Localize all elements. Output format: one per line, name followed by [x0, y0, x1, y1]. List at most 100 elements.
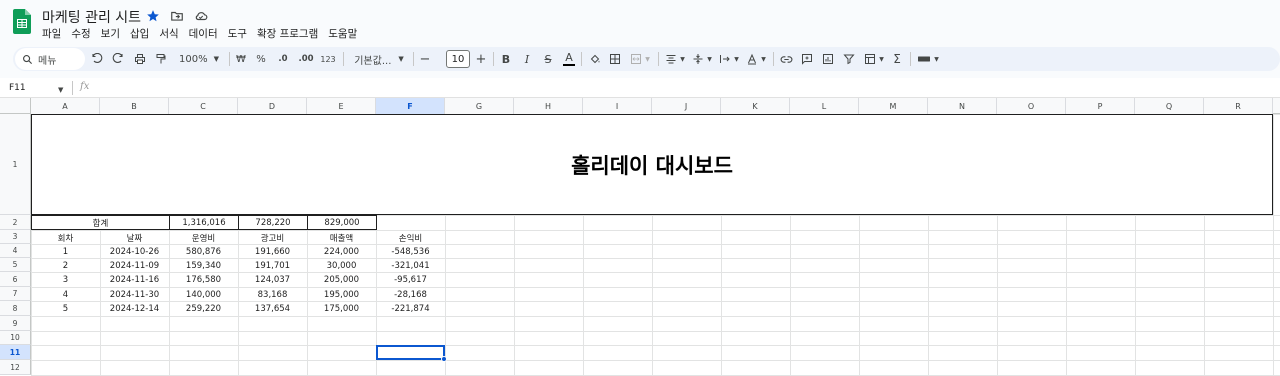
redo-button[interactable] [109, 47, 127, 71]
create-filter-button[interactable] [841, 47, 857, 71]
table-cell[interactable]: 1 [31, 244, 100, 259]
paint-format-button[interactable] [152, 47, 170, 71]
table-cell[interactable]: 140,000 [169, 287, 238, 302]
table-cell[interactable]: 2024-11-30 [100, 287, 169, 302]
strikethrough-button[interactable]: S [541, 47, 555, 71]
increase-decimal-button[interactable]: .00 [296, 47, 316, 71]
menu-file[interactable]: 파일 [42, 27, 66, 41]
column-header-f[interactable]: F [376, 98, 445, 114]
table-cell[interactable]: 159,340 [169, 258, 238, 273]
horizontal-align-button[interactable]: ▼ [663, 47, 687, 71]
text-wrap-button[interactable]: ▼ [717, 47, 741, 71]
filter-views-button[interactable]: ▼ [861, 47, 887, 71]
chevron-down-icon[interactable]: ▼ [58, 86, 63, 94]
insert-comment-button[interactable] [799, 47, 815, 71]
menu-format[interactable]: 서식 [154, 27, 183, 41]
active-cell-selection[interactable] [376, 345, 445, 360]
column-header-n[interactable]: N [928, 98, 997, 114]
table-header-cell[interactable]: 회차 [31, 230, 100, 245]
move-folder-icon[interactable] [169, 8, 185, 24]
row-header-5[interactable]: 5 [0, 258, 31, 272]
table-cell[interactable]: -548,536 [376, 244, 445, 259]
column-header-a[interactable]: A [31, 98, 100, 114]
fill-handle[interactable] [441, 356, 447, 362]
star-icon[interactable] [145, 8, 161, 24]
currency-format-button[interactable]: ₩ [234, 47, 248, 71]
row-header-1[interactable]: 1 [0, 114, 31, 215]
column-header-o[interactable]: O [997, 98, 1066, 114]
table-cell[interactable]: 124,037 [238, 272, 307, 287]
column-header-c[interactable]: C [169, 98, 238, 114]
insert-link-button[interactable] [778, 47, 794, 71]
column-header-m[interactable]: M [859, 98, 928, 114]
row-header-11[interactable]: 11 [0, 345, 31, 360]
table-cell[interactable]: 137,654 [238, 301, 307, 316]
totals-ad-cell[interactable]: 728,220 [238, 215, 308, 230]
select-all-corner[interactable] [0, 98, 31, 114]
menu-view[interactable]: 보기 [96, 27, 125, 41]
table-cell[interactable]: 83,168 [238, 287, 307, 302]
table-cell[interactable]: 30,000 [307, 258, 376, 273]
table-cell[interactable]: 205,000 [307, 272, 376, 287]
table-header-cell[interactable]: 운영비 [169, 230, 238, 245]
dashboard-title-cell[interactable]: 홀리데이 대시보드 [31, 114, 1273, 215]
bold-button[interactable]: B [499, 47, 513, 71]
column-header-l[interactable]: L [790, 98, 859, 114]
table-cell[interactable]: 191,701 [238, 258, 307, 273]
column-header-h[interactable]: H [514, 98, 583, 114]
row-header-8[interactable]: 8 [0, 301, 31, 316]
table-cell[interactable]: 2024-11-16 [100, 272, 169, 287]
menu-help[interactable]: 도움말 [323, 27, 362, 41]
borders-button[interactable] [607, 47, 623, 71]
functions-button[interactable]: Σ [890, 47, 904, 71]
table-cell[interactable]: 2024-11-09 [100, 258, 169, 273]
column-header-d[interactable]: D [238, 98, 307, 114]
table-cell[interactable]: -28,168 [376, 287, 445, 302]
table-header-cell[interactable]: 광고비 [238, 230, 307, 245]
table-cell[interactable]: 580,876 [169, 244, 238, 259]
table-cell[interactable]: 175,000 [307, 301, 376, 316]
table-cell[interactable]: 5 [31, 301, 100, 316]
table-header-cell[interactable]: 손익비 [376, 230, 445, 245]
table-cell[interactable]: -321,041 [376, 258, 445, 273]
column-header-q[interactable]: Q [1135, 98, 1204, 114]
table-cell[interactable]: 2024-10-26 [100, 244, 169, 259]
menu-search[interactable]: 메뉴 [15, 48, 85, 70]
print-button[interactable] [131, 47, 149, 71]
font-size-input[interactable]: 10 [446, 50, 470, 68]
input-tools-button[interactable]: ▼ [915, 47, 941, 71]
column-header-g[interactable]: G [445, 98, 514, 114]
row-header-7[interactable]: 7 [0, 287, 31, 301]
sheet-grid[interactable]: ABCDEFGHIJKLMNOPQR 1 2 3 4 5 6 7 8 9 10 11 12 홀리데이 … [0, 98, 1280, 376]
document-title[interactable]: 마케팅 관리 시트 [42, 7, 141, 27]
fill-color-button[interactable] [587, 47, 603, 71]
column-header-i[interactable]: I [583, 98, 652, 114]
number-format-button[interactable]: 123 [319, 47, 337, 71]
text-color-button[interactable]: A [562, 47, 576, 71]
column-header-b[interactable]: B [100, 98, 169, 114]
menu-tools[interactable]: 도구 [223, 27, 252, 41]
table-header-cell[interactable]: 매출액 [307, 230, 376, 245]
percent-format-button[interactable]: % [254, 47, 268, 71]
table-cell[interactable]: -221,874 [376, 301, 445, 316]
totals-label-cell[interactable]: 합계 [31, 215, 170, 230]
zoom-select[interactable]: 100% ▼ [175, 47, 223, 71]
menu-edit[interactable]: 수정 [66, 27, 95, 41]
table-cell[interactable]: 195,000 [307, 287, 376, 302]
undo-button[interactable] [88, 47, 106, 71]
row-header-4[interactable]: 4 [0, 244, 31, 258]
font-family-select[interactable]: 기본값... ▼ [349, 47, 409, 71]
table-cell[interactable]: 224,000 [307, 244, 376, 259]
menu-extensions[interactable]: 확장 프로그램 [252, 27, 323, 41]
table-cell[interactable]: 2024-12-14 [100, 301, 169, 316]
table-cell[interactable]: 259,220 [169, 301, 238, 316]
vertical-align-button[interactable]: ▼ [690, 47, 714, 71]
merge-cells-button[interactable]: ▼ [627, 47, 653, 71]
sheets-logo-icon[interactable] [13, 9, 31, 34]
column-header-j[interactable]: J [652, 98, 721, 114]
table-cell[interactable]: 2 [31, 258, 100, 273]
table-cell[interactable]: 3 [31, 272, 100, 287]
column-header-k[interactable]: K [721, 98, 790, 114]
text-rotation-button[interactable]: ▼ [744, 47, 768, 71]
row-header-12[interactable]: 12 [0, 360, 31, 375]
